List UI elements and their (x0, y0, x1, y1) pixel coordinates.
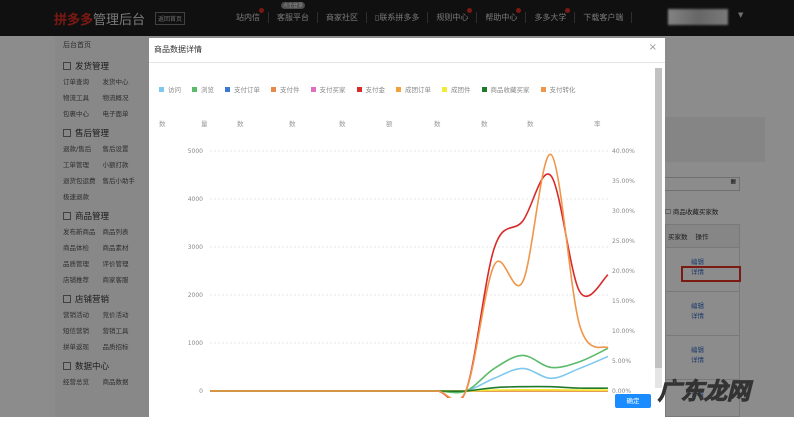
y-tick-right: 35.00% (612, 178, 635, 185)
legend-swatch (442, 87, 447, 92)
legend-swatch (225, 87, 230, 92)
legend-swatch (356, 87, 362, 92)
y-tick-right: 15.00% (612, 298, 635, 305)
legend-item[interactable]: 访问 (159, 84, 181, 94)
axis-name: 数 (339, 120, 346, 128)
legend-label: 支付件 (280, 86, 300, 94)
legend-swatch (310, 87, 316, 92)
legend-item[interactable]: 支付件 (271, 84, 300, 94)
axis-name: 数 (289, 120, 296, 128)
axis-name: 额 (386, 120, 393, 128)
series-line-支付金 (209, 173, 609, 398)
y-tick-right: 30.00% (612, 208, 635, 215)
legend-label: 支付金 (365, 86, 386, 94)
legend-item[interactable]: 支付转化 (540, 84, 576, 94)
y-tick-left: 0 (199, 388, 203, 395)
legend-item[interactable]: 支付金 (356, 84, 386, 94)
y-tick-right: 5.00% (612, 358, 631, 365)
y-tick-left: 1000 (188, 340, 203, 347)
legend-label: 支付订单 (234, 86, 260, 94)
legend-label: 商品收藏买家 (490, 86, 530, 94)
product-data-modal: 商品数据详情 × 访问 浏览 支付订单 支付件 支付买家 支付金 成团订单 成团件 商品收藏买家… (149, 38, 665, 417)
close-icon[interactable]: × (649, 42, 657, 53)
modal-title: 商品数据详情 (154, 45, 202, 54)
axis-name: 率 (594, 120, 601, 128)
y-tick-right: 40.00% (612, 148, 635, 155)
scrollbar-thumb[interactable] (655, 68, 662, 368)
legend-swatch (396, 87, 401, 92)
legend-label: 支付转化 (549, 86, 576, 94)
chart-legend: 访问 浏览 支付订单 支付件 支付买家 支付金 成团订单 成团件 商品收藏买家 支付转化 (159, 84, 576, 94)
legend-label: 浏览 (201, 86, 214, 94)
axis-name: 数 (481, 120, 488, 128)
axis-names: 数量数数数额数数数率 (149, 118, 665, 128)
legend-item[interactable]: 成团订单 (396, 84, 431, 94)
line-chart: 0100020003000400050000.00%5.00%10.00%15.… (188, 148, 635, 398)
series-line-支付转化 (209, 153, 609, 398)
legend-swatch (192, 87, 197, 92)
legend-item[interactable]: 浏览 (192, 84, 214, 94)
legend-swatch (271, 87, 276, 92)
axis-name: 数 (159, 120, 166, 128)
axis-name: 数 (527, 120, 534, 128)
y-tick-right: 25.00% (612, 238, 635, 245)
legend-item[interactable]: 支付订单 (225, 84, 260, 94)
watermark: 广东龙网 (658, 379, 751, 406)
legend-swatch (540, 87, 546, 92)
y-tick-right: 20.00% (612, 268, 635, 275)
y-tick-right: 10.00% (612, 328, 635, 335)
legend-item[interactable]: 支付买家 (310, 84, 346, 94)
legend-label: 成团订单 (405, 86, 431, 94)
confirm-button[interactable]: 确定 (615, 394, 651, 408)
legend-swatch (481, 87, 487, 92)
legend-item[interactable]: 商品收藏买家 (481, 84, 530, 94)
divider (149, 62, 665, 63)
y-tick-left: 4000 (188, 196, 203, 203)
axis-name: 数 (434, 120, 441, 128)
legend-item[interactable]: 成团件 (442, 84, 471, 94)
y-tick-left: 2000 (188, 292, 203, 299)
axis-name: 数 (237, 120, 244, 128)
legend-swatch (159, 87, 164, 92)
axis-name: 量 (201, 120, 208, 128)
y-tick-left: 3000 (188, 244, 203, 251)
legend-label: 访问 (168, 86, 181, 94)
scrollbar[interactable] (655, 68, 662, 388)
legend-label: 支付买家 (319, 86, 346, 94)
y-tick-left: 5000 (188, 148, 203, 155)
legend-label: 成团件 (451, 86, 471, 94)
